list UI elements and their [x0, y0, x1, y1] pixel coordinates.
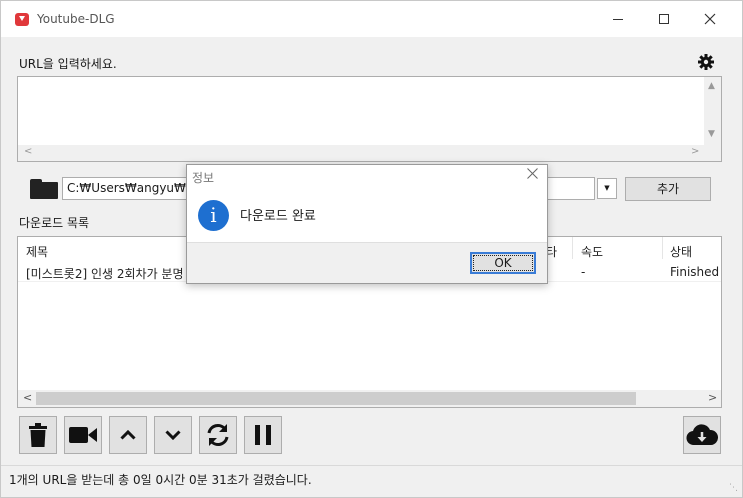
- add-button[interactable]: 추가: [625, 177, 711, 201]
- maximize-button[interactable]: [641, 1, 687, 37]
- pause-button[interactable]: [244, 416, 282, 454]
- scroll-right-icon[interactable]: >: [708, 391, 717, 404]
- scrollbar-thumb[interactable]: [36, 392, 636, 405]
- minimize-icon: [613, 18, 623, 20]
- main-window: Youtube-DLG URL을 입력하세요. ▲ ▼ < > C:₩Users…: [0, 0, 743, 498]
- row-status: Finished: [670, 265, 720, 279]
- url-vertical-scrollbar[interactable]: ▲ ▼: [704, 77, 721, 145]
- close-icon: [527, 168, 538, 179]
- window-title: Youtube-DLG: [37, 12, 115, 26]
- maximize-icon: [659, 14, 669, 24]
- close-button[interactable]: [687, 1, 733, 37]
- url-horizontal-scrollbar[interactable]: < >: [18, 145, 721, 161]
- video-button[interactable]: [64, 416, 102, 454]
- move-up-button[interactable]: [109, 416, 147, 454]
- cloud-download-icon: [686, 424, 718, 446]
- url-textarea[interactable]: ▲ ▼ < >: [17, 76, 722, 162]
- list-horizontal-scrollbar[interactable]: < >: [18, 390, 721, 407]
- settings-button[interactable]: [697, 53, 715, 71]
- chevron-down-icon: [165, 430, 181, 440]
- chevron-up-icon: [120, 430, 136, 440]
- dialog-close-button[interactable]: [527, 168, 538, 183]
- scroll-up-icon[interactable]: ▲: [708, 81, 715, 91]
- status-bar: 1개의 URL을 받는데 총 0일 0시간 0분 31초가 걸렸습니다. ⋱: [1, 465, 742, 497]
- column-header-title[interactable]: 제목: [26, 243, 48, 260]
- dialog-title: 정보: [192, 171, 215, 185]
- reload-button[interactable]: [199, 416, 237, 454]
- download-button[interactable]: [683, 416, 721, 454]
- url-label: URL을 입력하세요.: [19, 57, 117, 71]
- info-dialog: 정보 i 다운로드 완료 OK: [186, 164, 548, 284]
- download-list-label: 다운로드 목록: [19, 216, 90, 230]
- column-divider: [572, 237, 573, 259]
- column-divider: [662, 237, 663, 259]
- scroll-right-icon[interactable]: >: [691, 146, 699, 157]
- dialog-footer: OK: [187, 242, 547, 283]
- minimize-button[interactable]: [595, 1, 641, 37]
- move-down-button[interactable]: [154, 416, 192, 454]
- refresh-icon: [207, 424, 229, 446]
- close-icon: [704, 13, 716, 25]
- dialog-message: 다운로드 완료: [240, 209, 316, 224]
- title-bar: Youtube-DLG: [1, 1, 742, 37]
- row-title: [미스트롯2] 인생 2회차가 분명: [26, 267, 184, 281]
- dropdown-arrow-icon: ▼: [604, 184, 610, 192]
- save-path-dropdown[interactable]: ▼: [597, 178, 617, 199]
- column-header-speed[interactable]: 속도: [581, 243, 603, 260]
- video-camera-icon: [69, 427, 97, 443]
- row-speed: -: [581, 265, 586, 279]
- trash-icon: [29, 423, 47, 447]
- column-header-status[interactable]: 상태: [670, 243, 692, 260]
- app-icon: [15, 13, 29, 26]
- scroll-left-icon[interactable]: <: [23, 391, 32, 404]
- ok-button[interactable]: OK: [470, 252, 536, 274]
- scroll-down-icon[interactable]: ▼: [708, 129, 715, 139]
- status-text: 1개의 URL을 받는데 총 0일 0시간 0분 31초가 걸렸습니다.: [9, 473, 312, 487]
- pause-icon: [255, 425, 271, 445]
- info-icon: i: [198, 200, 229, 231]
- scroll-left-icon[interactable]: <: [24, 146, 32, 157]
- delete-button[interactable]: [19, 416, 57, 454]
- folder-icon[interactable]: [30, 179, 58, 199]
- gear-icon: [698, 54, 714, 70]
- resize-grip-icon[interactable]: ⋱: [729, 483, 738, 493]
